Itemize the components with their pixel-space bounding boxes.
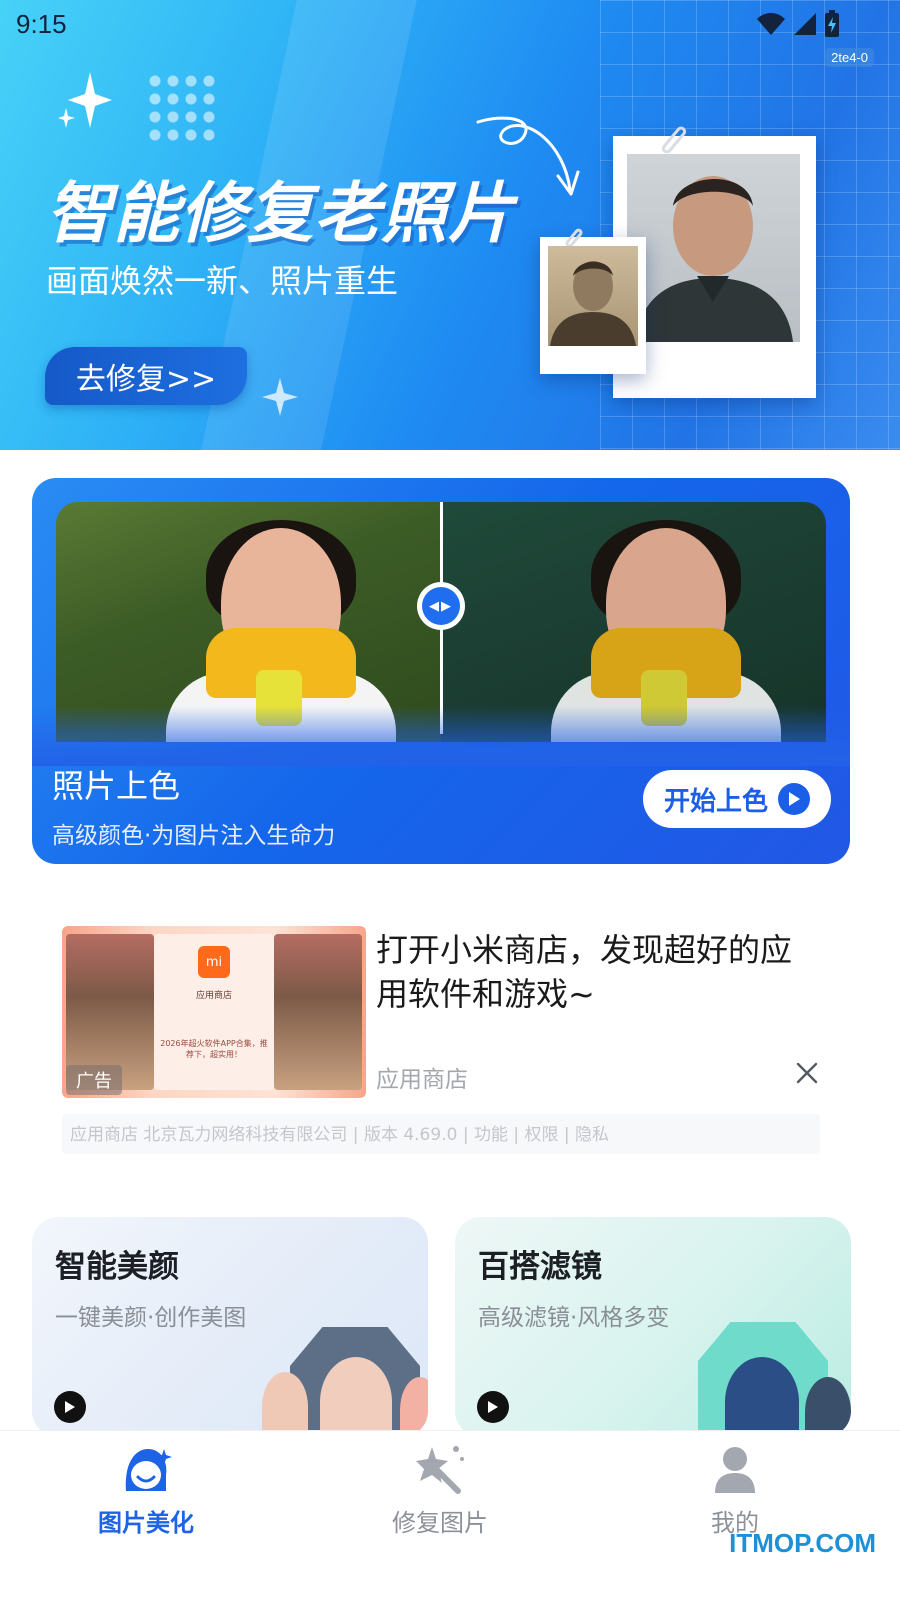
filter-card[interactable]: 百搭滤镜 高级滤镜·风格多变 <box>455 1217 851 1437</box>
photo-colorize-card[interactable]: ◀▶ 照片上色 高级颜色·为图片注入生命力 开始上色 <box>32 478 850 864</box>
card-fade-overlay <box>32 706 850 766</box>
compare-slider-handle[interactable]: ◀▶ <box>417 582 465 630</box>
beauty-portrait-side-image <box>262 1372 308 1437</box>
close-icon[interactable] <box>794 1060 820 1086</box>
old-portrait-image <box>548 246 638 346</box>
ad-disclosure-footer[interactable]: 应用商店 北京瓦力网络科技有限公司 | 版本 4.69.0 | 功能 | 权限 … <box>62 1114 820 1154</box>
feature-description: 一键美颜·创作美图 <box>55 1305 247 1331</box>
nav-item-repair[interactable]: 修复图片 <box>330 1441 550 1541</box>
magic-wand-icon <box>412 1441 468 1497</box>
ad-source: 应用商店 <box>376 1067 468 1093</box>
user-icon <box>707 1441 763 1497</box>
hero-banner[interactable]: 智能修复老照片 画面焕然一新、照片重生 去修复>> <box>0 0 900 450</box>
feature-title: 智能美颜 <box>55 1249 179 1285</box>
build-tag-badge: 2te4-0 <box>825 48 874 67</box>
smart-beauty-card[interactable]: 智能美颜 一键美颜·创作美图 <box>32 1217 428 1437</box>
play-icon[interactable] <box>54 1391 86 1423</box>
ad-thumb-photo-right <box>274 934 362 1090</box>
ad-thumb-caption: 2026年超火软件APP合集，推荐下，超实用！ <box>160 1039 268 1059</box>
status-time: 9:15 <box>16 9 67 39</box>
repair-now-button[interactable]: 去修复>> <box>45 347 247 405</box>
left-right-arrows-icon: ◀▶ <box>422 587 460 625</box>
sparkle-small-icon <box>262 378 298 416</box>
feature-title: 百搭滤镜 <box>478 1249 602 1285</box>
filter-portrait-side-image <box>805 1377 851 1437</box>
ad-thumb-store-label: 应用商店 <box>195 991 232 1001</box>
wifi-icon <box>757 13 785 35</box>
start-colorize-button[interactable]: 开始上色 <box>643 770 831 828</box>
hero-subtitle: 画面焕然一新、照片重生 <box>46 262 399 300</box>
nav-item-beautify[interactable]: 图片美化 <box>36 1441 256 1541</box>
beauty-portrait-image <box>320 1357 392 1437</box>
signal-icon <box>794 13 816 35</box>
status-icons <box>756 10 840 38</box>
curved-arrow-icon <box>476 116 580 196</box>
ad-thumbnail[interactable]: mi 应用商店 2026年超火软件APP合集，推荐下，超实用！ 广告 <box>62 926 366 1098</box>
play-icon[interactable] <box>477 1391 509 1423</box>
nav-label: 修复图片 <box>392 1509 488 1537</box>
ad-headline[interactable]: 打开小米商店，发现超好的应用软件和游戏~ <box>376 928 816 1016</box>
beautify-face-icon <box>118 1441 174 1497</box>
dot-grid-decoration <box>146 72 218 144</box>
colorize-description: 高级颜色·为图片注入生命力 <box>52 823 336 849</box>
start-colorize-label: 开始上色 <box>663 786 768 817</box>
sparkle-icon <box>58 72 112 128</box>
bottom-navigation: 图片美化 修复图片 我的 <box>0 1430 900 1600</box>
hero-title: 智能修复老照片 <box>46 175 515 252</box>
filter-portrait-image <box>725 1357 799 1437</box>
ad-thumb-store-panel: mi 应用商店 2026年超火软件APP合集，推荐下，超实用！ <box>154 934 274 1090</box>
colorize-title: 照片上色 <box>52 767 181 805</box>
feature-description: 高级滤镜·风格多变 <box>478 1305 670 1331</box>
restored-portrait-image <box>627 154 800 342</box>
battery-charging-icon <box>825 10 839 37</box>
site-watermark: ITMOP.COM <box>729 1528 876 1558</box>
mi-store-logo: mi <box>198 946 230 978</box>
ad-banner[interactable]: mi 应用商店 2026年超火软件APP合集，推荐下，超实用！ 广告 打开小米商… <box>62 926 822 1156</box>
nav-label: 图片美化 <box>98 1509 194 1537</box>
old-photo-polaroid <box>540 227 646 374</box>
nav-item-profile[interactable]: 我的 <box>625 1441 845 1541</box>
ad-label-badge: 广告 <box>66 1065 122 1095</box>
status-bar: 9:15 2te4-0 <box>0 0 900 67</box>
play-icon <box>778 783 810 815</box>
